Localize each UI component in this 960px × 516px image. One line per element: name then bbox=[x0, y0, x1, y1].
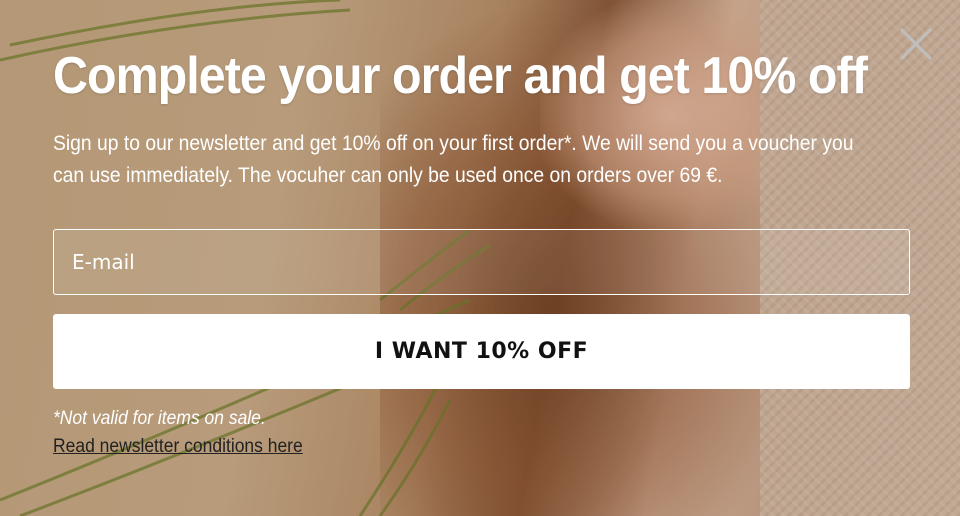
subscribe-button[interactable]: I WANT 10% OFF bbox=[53, 314, 910, 389]
sale-disclaimer: *Not valid for items on sale. bbox=[53, 408, 266, 429]
popup-title: Complete your order and get 10% off bbox=[53, 47, 868, 105]
newsletter-conditions-link[interactable]: Read newsletter conditions here bbox=[53, 436, 303, 458]
close-icon bbox=[900, 28, 932, 60]
popup-description: Sign up to our newsletter and get 10% of… bbox=[53, 132, 854, 187]
newsletter-popup: Complete your order and get 10% off Sign… bbox=[0, 0, 960, 516]
email-field[interactable] bbox=[53, 229, 910, 295]
close-button[interactable] bbox=[898, 26, 934, 62]
